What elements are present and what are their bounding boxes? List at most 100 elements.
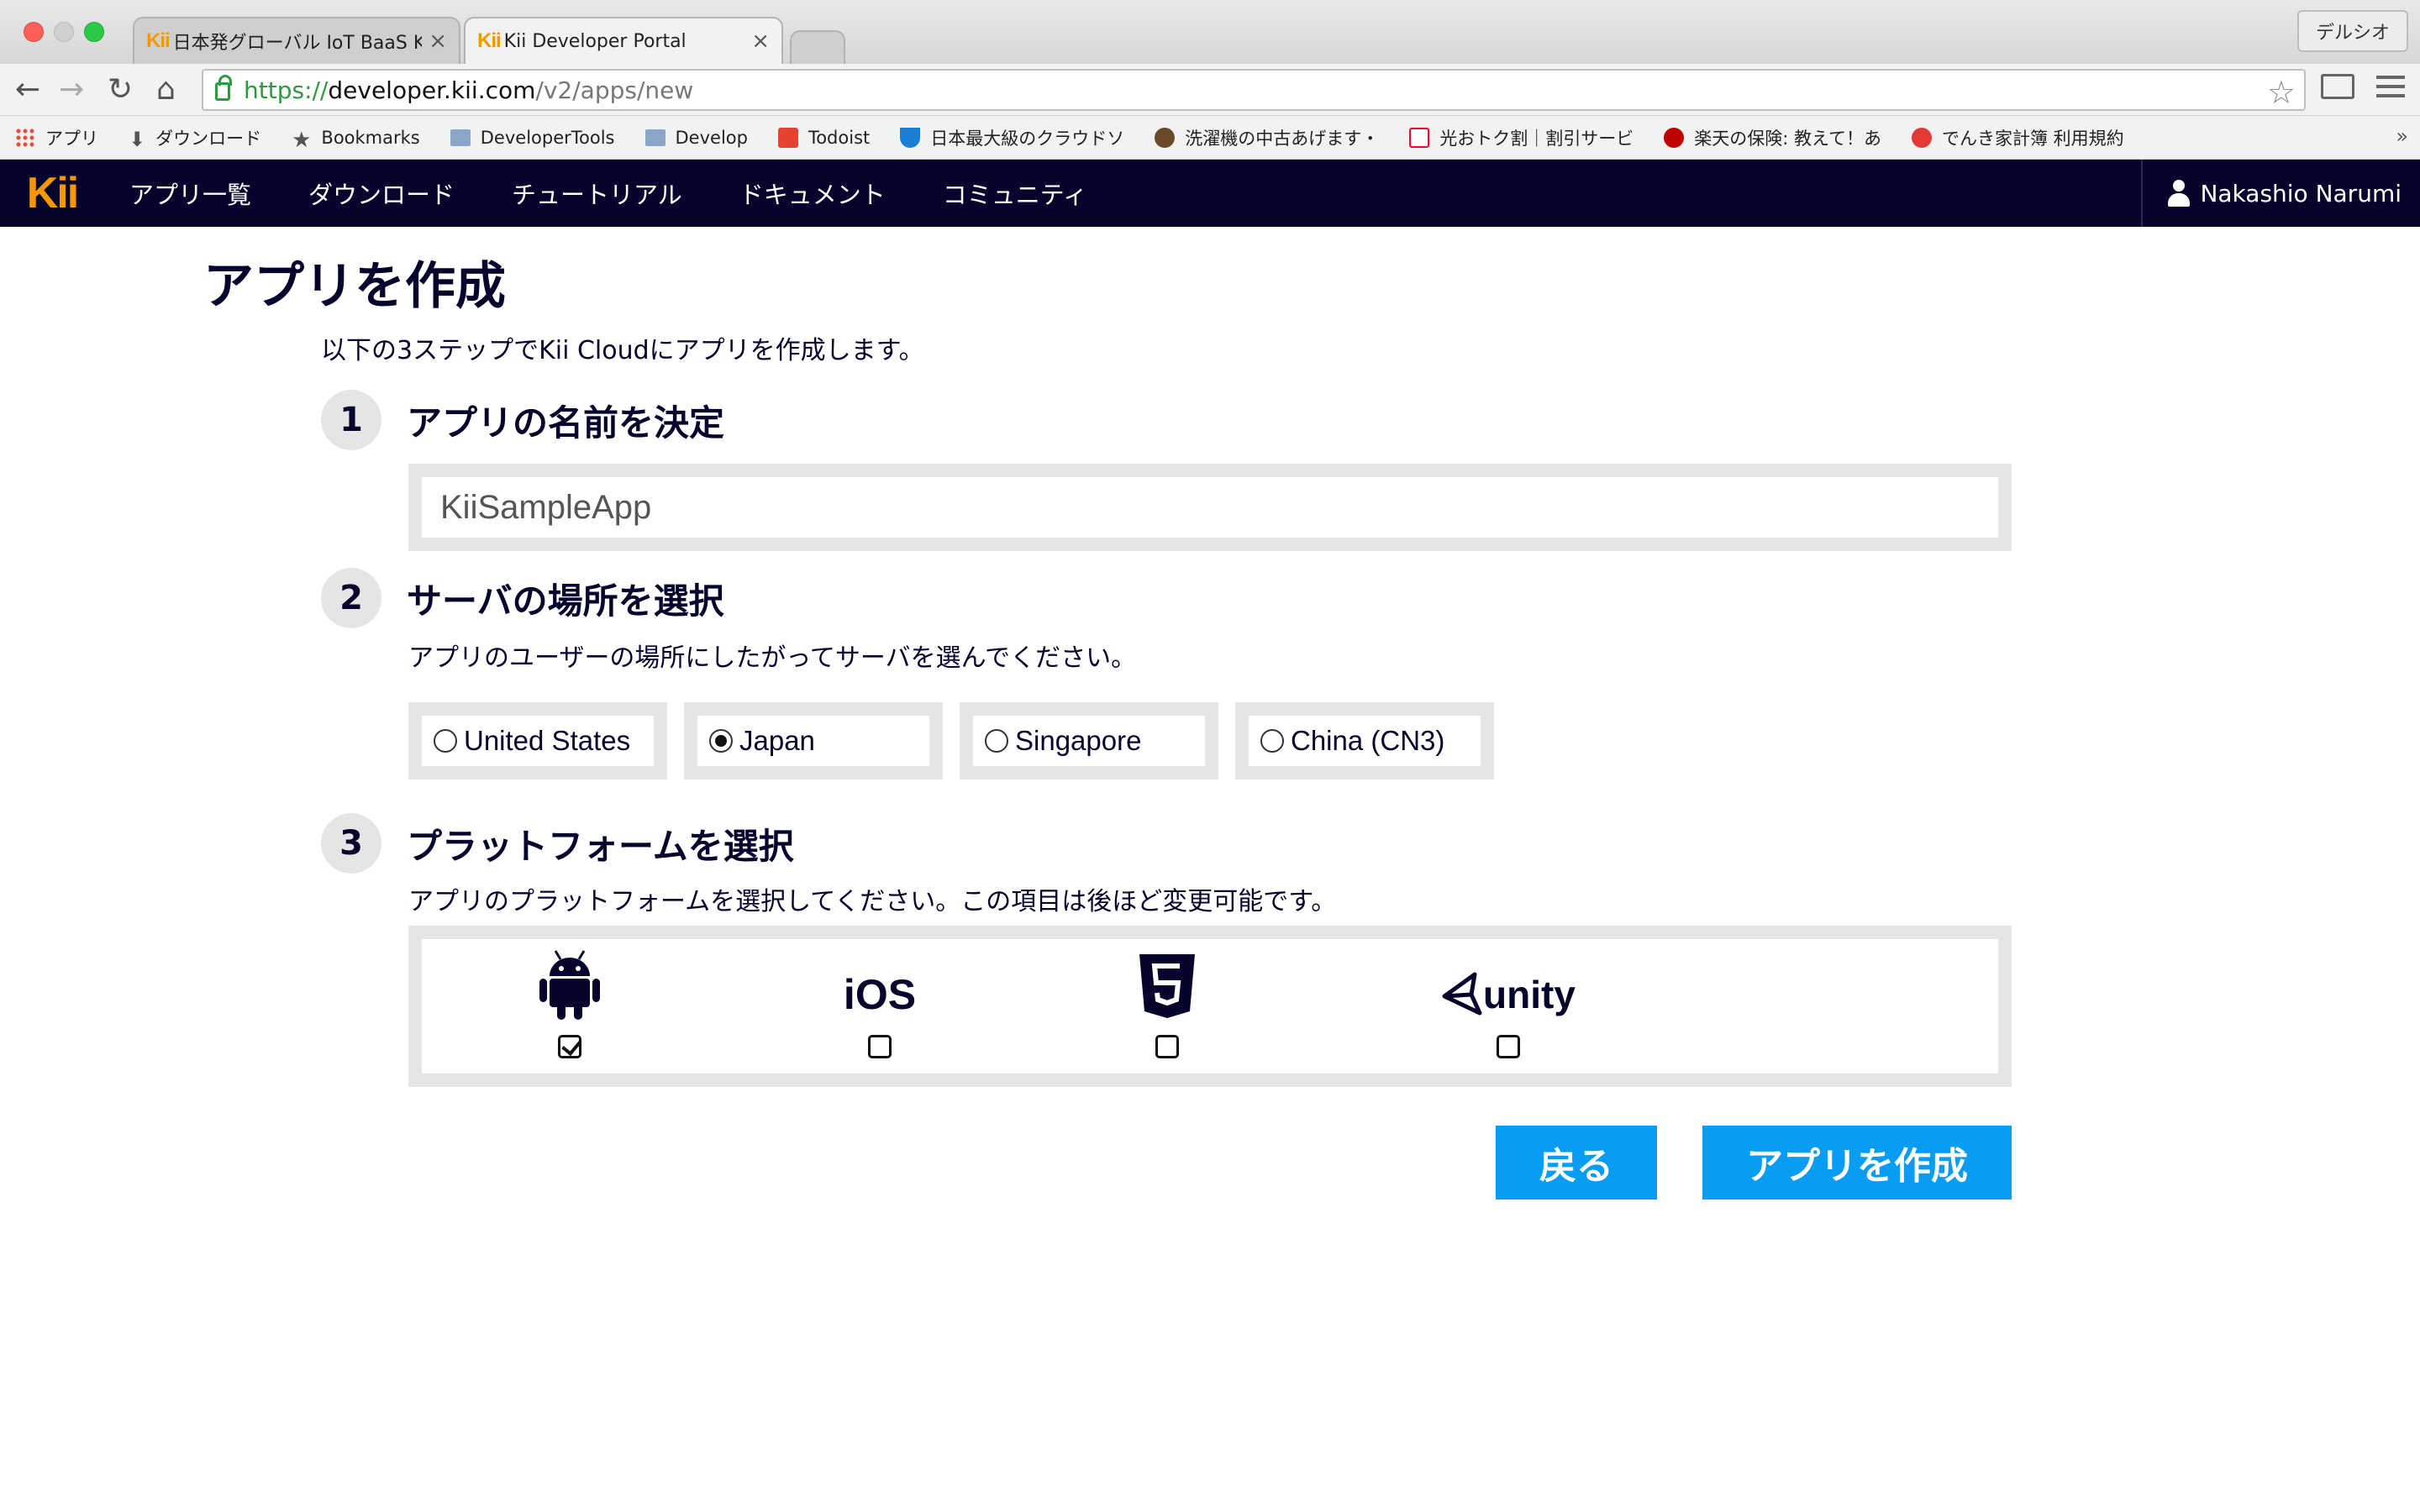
- step-3-description: アプリのプラットフォームを選択してください。この項目は後ほど変更可能です。: [408, 887, 1337, 916]
- radio-button-united-states[interactable]: [434, 729, 457, 753]
- unity-cube-icon: [1442, 972, 1482, 1016]
- tab-title: 日本発グローバル IoT BaaS K: [172, 33, 423, 54]
- checkbox-ios[interactable]: [868, 1035, 892, 1058]
- step-3-badge: 3: [321, 813, 381, 874]
- profile-button[interactable]: デルシオ: [2296, 10, 2408, 52]
- bookmark-crowdsourcing[interactable]: 日本最大級のクラウドソ: [900, 125, 1124, 150]
- back-arrow-icon[interactable]: ←: [15, 74, 40, 106]
- nav-item-community[interactable]: コミュニティ: [943, 176, 1087, 211]
- server-option-label: Singapore: [1015, 725, 1142, 756]
- server-option-japan[interactable]: Japan: [684, 702, 943, 780]
- radio-button-china[interactable]: [1260, 729, 1284, 753]
- platform-android[interactable]: [528, 939, 612, 1058]
- lock-icon: [215, 75, 232, 101]
- radio-button-japan[interactable]: [709, 729, 733, 753]
- rakuten-icon: [1664, 127, 1685, 148]
- bookmark-download[interactable]: ⬇ ダウンロード: [129, 125, 261, 151]
- page-title: アプリを作成: [203, 257, 506, 316]
- nav-item-documents[interactable]: ドキュメント: [739, 176, 886, 211]
- step-1-badge: 1: [321, 390, 381, 450]
- download-icon: ⬇: [129, 127, 146, 151]
- browser-titlebar: Kii 日本発グローバル IoT BaaS K × Kii Kii Develo…: [0, 0, 2420, 64]
- denki-icon: [1911, 127, 1932, 148]
- browser-toolbar: ← → ↻ ⌂ https:// developer.kii.com /v2/a…: [0, 64, 2420, 116]
- browser-tab-developer-portal[interactable]: Kii Kii Developer Portal ×: [464, 17, 783, 64]
- checkbox-android[interactable]: [558, 1035, 581, 1058]
- app-name-panel: [408, 464, 2012, 551]
- url-scheme: https://: [244, 76, 329, 104]
- cast-icon[interactable]: [2321, 74, 2354, 99]
- home-icon[interactable]: ⌂: [156, 74, 176, 106]
- unity-logo: unity: [1441, 939, 1576, 1020]
- platform-ios[interactable]: iOS: [834, 939, 926, 1058]
- bookmarks-bar: アプリ ⬇ ダウンロード ★ Bookmarks DeveloperTools …: [0, 116, 2420, 160]
- bookmark-rakuten[interactable]: 楽天の保険: 教えて！あ: [1664, 125, 1881, 150]
- todoist-icon: [777, 127, 798, 148]
- u-shield-icon: [900, 127, 921, 148]
- brown-circle-icon: [1155, 127, 1176, 148]
- kii-favicon-icon: Kii: [477, 29, 502, 52]
- kii-favicon-icon: Kii: [146, 29, 171, 52]
- folder-icon: [450, 129, 471, 146]
- tab-close-icon[interactable]: ×: [429, 29, 447, 54]
- bookmark-star-icon[interactable]: ☆: [2267, 74, 2296, 111]
- bookmark-developertools[interactable]: DeveloperTools: [450, 128, 615, 148]
- back-button[interactable]: 戻る: [1496, 1126, 1657, 1200]
- platform-unity[interactable]: unity: [1437, 939, 1580, 1058]
- intro-text: 以下の3ステップでKii Cloudにアプリを作成します。: [321, 336, 924, 365]
- folder-icon: [644, 129, 666, 146]
- star-icon: ★: [292, 127, 312, 153]
- server-option-label: United States: [464, 725, 631, 756]
- reload-icon[interactable]: ↻: [108, 74, 133, 106]
- app-name-input[interactable]: [422, 477, 1998, 538]
- minimize-window-button[interactable]: [54, 22, 74, 42]
- step-3-title: プラットフォームを選択: [407, 826, 794, 867]
- maximize-window-button[interactable]: [84, 22, 104, 42]
- forward-arrow-icon[interactable]: →: [59, 74, 84, 106]
- checkbox-unity[interactable]: [1497, 1035, 1520, 1058]
- user-menu[interactable]: Nakashio Narumi: [2141, 160, 2420, 227]
- bookmark-todoist[interactable]: Todoist: [777, 127, 870, 148]
- address-bar[interactable]: https:// developer.kii.com /v2/apps/new …: [202, 69, 2306, 111]
- tab-title: Kii Developer Portal: [503, 30, 687, 52]
- nav-item-tutorial[interactable]: チュートリアル: [512, 176, 682, 211]
- bookmark-denki[interactable]: でんき家計簿 利用規約: [1911, 125, 2124, 150]
- server-option-label: Japan: [739, 725, 815, 756]
- user-icon: [2166, 180, 2191, 207]
- step-2-title: サーバの場所を選択: [407, 580, 724, 622]
- bookmark-bookmarks[interactable]: ★ Bookmarks: [292, 127, 420, 153]
- step-2-badge: 2: [321, 568, 381, 628]
- bookmark-washer[interactable]: 洗濯機の中古あげます・: [1155, 125, 1379, 150]
- server-option-china[interactable]: China (CN3): [1235, 702, 1494, 780]
- site-navbar: Kii アプリ一覧 ダウンロード チュートリアル ドキュメント コミュニティ N…: [0, 160, 2420, 227]
- ios-logo: iOS: [843, 971, 917, 1018]
- browser-menu-icon[interactable]: [2376, 76, 2405, 103]
- create-app-button[interactable]: アプリを作成: [1702, 1126, 2012, 1200]
- tab-close-icon[interactable]: ×: [751, 29, 770, 54]
- apps-grid-icon: [15, 127, 35, 148]
- step-1-title: アプリの名前を決定: [407, 402, 725, 444]
- bookmarks-overflow-icon[interactable]: »: [2396, 124, 2408, 148]
- new-tab-button[interactable]: [790, 30, 845, 64]
- step-2-description: アプリのユーザーの場所にしたがってサーバを選んでください。: [408, 643, 1137, 673]
- android-icon: [539, 939, 601, 1020]
- url-host: developer.kii.com: [328, 76, 536, 104]
- user-name: Nakashio Narumi: [2200, 179, 2402, 207]
- html5-icon: [1138, 939, 1197, 1020]
- bookmark-develop[interactable]: Develop: [644, 128, 748, 148]
- close-window-button[interactable]: [24, 22, 44, 42]
- radio-button-singapore[interactable]: [985, 729, 1008, 753]
- nav-item-app-list[interactable]: アプリ一覧: [129, 176, 251, 211]
- bookmark-hikari[interactable]: 光おトク割｜割引サービ: [1409, 125, 1634, 150]
- platform-html5[interactable]: [1129, 939, 1205, 1058]
- checkbox-html5[interactable]: [1155, 1035, 1179, 1058]
- nav-item-download[interactable]: ダウンロード: [308, 176, 455, 211]
- bookmark-apps[interactable]: アプリ: [15, 125, 98, 150]
- server-option-united-states[interactable]: United States: [408, 702, 667, 780]
- server-option-singapore[interactable]: Singapore: [960, 702, 1218, 780]
- yahoo-icon: [1409, 127, 1430, 148]
- url-path: /v2/apps/new: [535, 76, 694, 104]
- kii-logo[interactable]: Kii: [0, 160, 104, 227]
- browser-tab-kii-home[interactable]: Kii 日本発グローバル IoT BaaS K ×: [133, 17, 460, 64]
- platform-panel: iOS unity: [408, 926, 2012, 1087]
